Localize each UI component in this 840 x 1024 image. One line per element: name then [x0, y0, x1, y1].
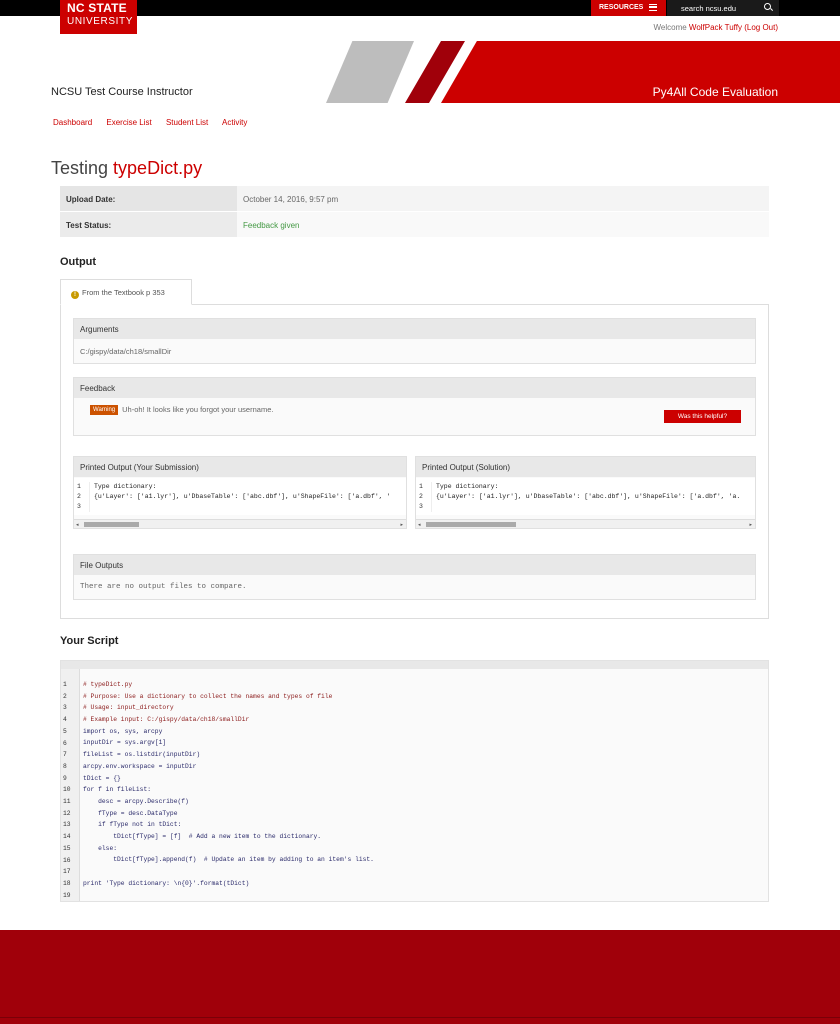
- warning-circle-icon: !: [71, 291, 79, 299]
- was-this-helpful-button[interactable]: Was this helpful?: [664, 410, 741, 423]
- welcome-prefix: Welcome: [653, 23, 689, 32]
- solution-output-lines: Type dictionary: {u'Layer': ['a1.lyr'], u…: [436, 482, 740, 502]
- tab-textbook[interactable]: ! From the Textbook p 353: [60, 279, 192, 305]
- nav-student-list[interactable]: Student List: [166, 118, 208, 127]
- test-status-value: Feedback given: [243, 221, 300, 230]
- solution-output-code: 1 2 3 Type dictionary: {u'Layer': ['a1.ly…: [416, 478, 755, 515]
- warning-text: Uh-oh! It looks like you forgot your use…: [122, 405, 274, 414]
- search-icon[interactable]: [764, 3, 771, 10]
- nav-activity[interactable]: Activity: [222, 118, 247, 127]
- submission-output-title: Printed Output (Your Submission): [74, 457, 406, 477]
- logout-link[interactable]: (Log Out): [744, 23, 778, 32]
- solution-line: {u'Layer': ['a1.lyr'], u'DbaseTable': ['…: [436, 493, 741, 500]
- upload-date-label: Upload Date:: [60, 186, 237, 211]
- file-outputs-panel: File Outputs There are no output files t…: [73, 554, 756, 600]
- user-name-link[interactable]: WolfPack Tuffy: [689, 23, 742, 32]
- solution-output-panel: Printed Output (Solution) 1 2 3 Type dic…: [415, 456, 756, 529]
- script-line: import os, sys, arcpy: [83, 727, 163, 735]
- script-line: tDict[fType] = [f] # Add a new item to t…: [83, 832, 322, 840]
- solution-output-title: Printed Output (Solution): [416, 457, 755, 477]
- output-heading: Output: [60, 256, 97, 268]
- banner-red-block: [441, 41, 840, 103]
- scroll-right-arrow-icon[interactable]: ▸: [400, 522, 403, 528]
- scroll-thumb[interactable]: [84, 522, 139, 527]
- submission-output-lines: Type dictionary: {u'Layer': ['a1.lyr'], u…: [94, 482, 390, 502]
- script-line: else:: [83, 844, 118, 852]
- script-top-bar: [61, 661, 768, 669]
- resources-label: RESOURCES: [599, 4, 644, 11]
- logo-line2: UNIVERSITY: [67, 16, 134, 27]
- script-line: if fType not in tDict:: [83, 821, 182, 829]
- submission-line-numbers: 1 2 3: [74, 482, 90, 512]
- arguments-title: Arguments: [74, 319, 755, 339]
- submission-output-code: 1 2 3 Type dictionary: {u'Layer': ['a1.ly…: [74, 478, 406, 515]
- script-line: tDict[fType].append(f) # Update an item …: [83, 856, 374, 864]
- banner-gray-stripe: [326, 41, 414, 103]
- file-outputs-title: File Outputs: [74, 555, 755, 575]
- script-code-panel: 1 2 3 4 5 6 7 8 9 10 11 12 13 14 15 16 1…: [60, 660, 769, 902]
- page-title: Testing typeDict.py: [51, 158, 202, 179]
- scroll-thumb[interactable]: [426, 522, 516, 527]
- script-line: for f in fileList:: [83, 786, 152, 794]
- ncsu-logo[interactable]: NC STATE UNIVERSITY: [60, 0, 137, 34]
- output-panel: Arguments C:/gispy/data/ch18/smallDir Fe…: [60, 304, 769, 619]
- footer-divider: [0, 1017, 840, 1018]
- scroll-left-arrow-icon[interactable]: ◂: [418, 522, 421, 528]
- script-line: arcpy.env.workspace = inputDir: [83, 762, 197, 770]
- main-nav: Dashboard Exercise List Student List Act…: [53, 118, 259, 127]
- resources-button[interactable]: RESOURCES: [591, 0, 666, 16]
- script-line: # Example input: C:/gispy/data/ch18/smal…: [83, 716, 250, 724]
- script-line: print 'Type dictionary: \n{0}'.format(tD…: [83, 879, 250, 887]
- script-line: [83, 889, 374, 901]
- hamburger-menu-icon: [649, 4, 657, 11]
- page-title-prefix: Testing: [51, 158, 114, 178]
- nav-dashboard[interactable]: Dashboard: [53, 118, 92, 127]
- nav-exercise-list[interactable]: Exercise List: [106, 118, 151, 127]
- test-status-label: Test Status:: [60, 212, 237, 237]
- submission-info-table: Upload Date: October 14, 2016, 9:57 pm T…: [60, 186, 769, 238]
- search-placeholder: search ncsu.edu: [681, 4, 737, 13]
- logo-line1: NC STATE: [67, 1, 127, 15]
- submission-line: Type dictionary:: [94, 483, 157, 490]
- script-line: # typeDict.py: [83, 681, 133, 688]
- solution-line-numbers: 1 2 3: [416, 482, 432, 512]
- file-outputs-text: There are no output files to compare.: [80, 583, 247, 591]
- script-code: # typeDict.py # Purpose: Use a dictionary…: [83, 669, 374, 901]
- script-line: fileList = os.listdir(inputDir): [83, 751, 201, 759]
- arguments-value: C:/gispy/data/ch18/smallDir: [80, 347, 172, 356]
- page-title-file: typeDict.py: [113, 158, 203, 178]
- arguments-panel: Arguments C:/gispy/data/ch18/smallDir: [73, 318, 756, 364]
- course-title: NCSU Test Course Instructor: [51, 86, 193, 98]
- feedback-title: Feedback: [74, 378, 755, 398]
- script-line: fType = desc.DataType: [83, 809, 178, 817]
- solution-horizontal-scrollbar[interactable]: ◂ ▸: [416, 519, 755, 528]
- feedback-message: Warning Uh-oh! It looks like you forgot y…: [74, 398, 755, 415]
- script-line: # Usage: input_directory: [83, 704, 174, 712]
- search-input[interactable]: search ncsu.edu: [667, 0, 779, 16]
- script-line: desc = arcpy.Describe(f): [83, 797, 189, 805]
- upload-date-value: October 14, 2016, 9:57 pm: [243, 195, 339, 204]
- solution-line: Type dictionary:: [436, 483, 499, 490]
- submission-line: {u'Layer': ['a1.lyr'], u'DbaseTable': ['…: [94, 493, 391, 500]
- info-row-status: Test Status: Feedback given: [60, 212, 769, 238]
- script-line: inputDir = sys.argv[1]: [83, 739, 167, 747]
- welcome-message: Welcome WolfPack Tuffy (Log Out): [653, 23, 778, 32]
- script-line: [83, 866, 374, 878]
- feedback-panel: Feedback Warning Uh-oh! It looks like you…: [73, 377, 756, 436]
- submission-horizontal-scrollbar[interactable]: ◂ ▸: [74, 519, 406, 528]
- scroll-left-arrow-icon[interactable]: ◂: [76, 522, 79, 528]
- warning-badge: Warning: [90, 405, 119, 415]
- page-footer: [0, 930, 840, 1024]
- script-line-numbers: 1 2 3 4 5 6 7 8 9 10 11 12 13 14 15 16 1…: [61, 669, 80, 901]
- script-heading: Your Script: [60, 635, 119, 647]
- tab-textbook-label: From the Textbook p 353: [82, 288, 165, 297]
- script-line: # Purpose: Use a dictionary to collect t…: [83, 692, 333, 700]
- app-title: Py4All Code Evaluation: [652, 85, 778, 99]
- scroll-right-arrow-icon[interactable]: ▸: [749, 522, 752, 528]
- submission-output-panel: Printed Output (Your Submission) 1 2 3 T…: [73, 456, 407, 529]
- info-row-upload: Upload Date: October 14, 2016, 9:57 pm: [60, 186, 769, 212]
- script-line: tDict = {}: [83, 774, 121, 782]
